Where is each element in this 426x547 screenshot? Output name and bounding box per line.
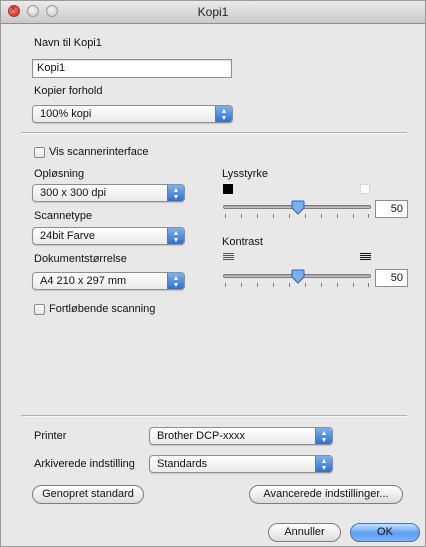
brightness-label: Lysstyrke — [222, 168, 269, 180]
ok-button[interactable]: OK — [350, 523, 420, 542]
scan-type-label: Scannetype — [34, 210, 93, 222]
brightness-slider-knob[interactable] — [291, 200, 305, 215]
contrast-value-field[interactable]: 50 — [375, 269, 408, 287]
copy-ratio-select[interactable]: 100% kopi ▲ ▼ — [32, 105, 233, 123]
contrast-label: Kontrast — [222, 236, 263, 248]
up-down-arrows-icon: ▲ ▼ — [167, 273, 184, 289]
resolution-select[interactable]: 300 x 300 dpi ▲ ▼ — [32, 184, 185, 202]
white-square-icon — [360, 184, 370, 194]
document-size-label: Dokumentstørrelse — [34, 253, 127, 265]
copy-ratio-label: Kopier forhold — [34, 85, 103, 97]
resolution-label: Opløsning — [34, 168, 85, 180]
continuous-scanning-label: Fortløbende scanning — [49, 303, 156, 315]
up-down-arrows-icon: ▲ ▼ — [315, 428, 332, 444]
copy-ratio-value: 100% kopi — [40, 108, 92, 120]
kopi1-dialog: Kopi1 Navn til Kopi1 Kopi1 Kopier forhol… — [0, 0, 426, 547]
top-separator — [21, 132, 407, 134]
saved-settings-select[interactable]: Standards ▲ ▼ — [149, 455, 333, 473]
document-size-value: A4 210 x 297 mm — [40, 275, 127, 287]
name-label: Navn til Kopi1 — [34, 37, 102, 49]
scanner-interface-label: Vis scannerinterface — [49, 146, 149, 158]
cancel-button[interactable]: Annuller — [268, 523, 341, 542]
saved-settings-label: Arkiverede indstilling — [34, 458, 135, 470]
resolution-value: 300 x 300 dpi — [40, 187, 107, 199]
window-title: Kopi1 — [197, 5, 229, 19]
up-down-arrows-icon: ▲ ▼ — [215, 106, 232, 122]
scan-type-value: 24bit Farve — [40, 230, 96, 242]
up-down-arrows-icon: ▲ ▼ — [167, 228, 184, 244]
black-square-icon — [223, 184, 233, 194]
saved-settings-value: Standards — [157, 458, 208, 470]
continuous-scanning-checkbox[interactable] — [34, 304, 45, 315]
title-bar[interactable]: Kopi1 — [1, 1, 425, 24]
brightness-value-field[interactable]: 50 — [375, 200, 408, 218]
printer-value: Brother DCP-xxxx — [157, 430, 246, 442]
restore-default-button[interactable]: Genopret standard — [32, 485, 144, 504]
up-down-arrows-icon: ▲ ▼ — [167, 185, 184, 201]
name-input[interactable]: Kopi1 — [32, 59, 232, 78]
scanner-interface-checkbox[interactable] — [34, 147, 45, 158]
advanced-settings-button[interactable]: Avancerede indstillinger... — [249, 485, 403, 504]
printer-label: Printer — [34, 430, 67, 442]
bottom-separator — [21, 415, 407, 417]
document-size-select[interactable]: A4 210 x 297 mm ▲ ▼ — [32, 272, 185, 290]
low-contrast-icon — [223, 253, 234, 262]
contrast-slider-knob[interactable] — [291, 269, 305, 284]
scan-type-select[interactable]: 24bit Farve ▲ ▼ — [32, 227, 185, 245]
printer-select[interactable]: Brother DCP-xxxx ▲ ▼ — [149, 427, 333, 445]
high-contrast-icon — [360, 253, 371, 262]
up-down-arrows-icon: ▲ ▼ — [315, 456, 332, 472]
